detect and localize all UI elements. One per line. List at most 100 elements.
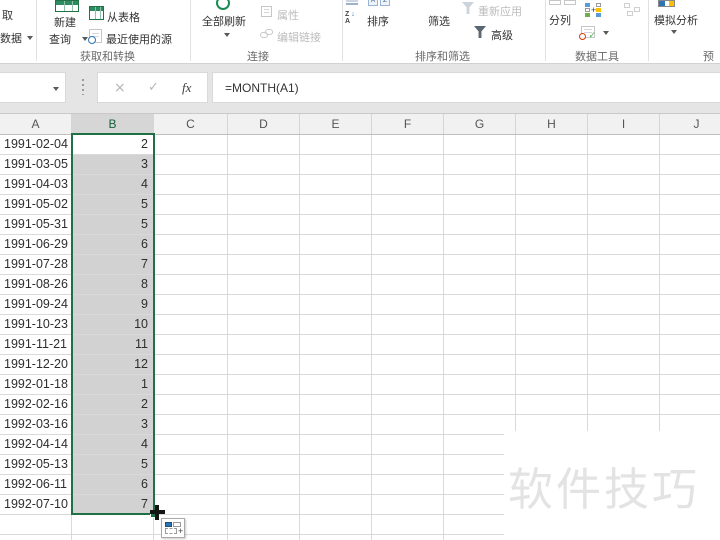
cell-F13[interactable]: [372, 375, 444, 395]
name-box[interactable]: [0, 72, 66, 103]
cell-H8[interactable]: [516, 275, 588, 295]
cell-D18[interactable]: [228, 475, 300, 495]
cell-J4[interactable]: [660, 195, 720, 215]
column-header-A[interactable]: A: [0, 114, 72, 134]
formula-bar-resize-handle[interactable]: [82, 79, 84, 95]
cell-I5[interactable]: [588, 215, 660, 235]
cell-F21[interactable]: [372, 535, 444, 540]
sort-button[interactable]: 排序: [367, 13, 389, 29]
new-query-button-line2[interactable]: 查询: [49, 31, 71, 47]
cell-F17[interactable]: [372, 455, 444, 475]
cell-B8[interactable]: 8: [72, 275, 154, 295]
cell-J10[interactable]: [660, 315, 720, 335]
cell-A19[interactable]: 1992-07-10: [0, 495, 72, 515]
cell-I6[interactable]: [588, 235, 660, 255]
cell-D10[interactable]: [228, 315, 300, 335]
cell-D12[interactable]: [228, 355, 300, 375]
cell-C18[interactable]: [154, 475, 228, 495]
cell-J6[interactable]: [660, 235, 720, 255]
cell-G1[interactable]: [444, 135, 516, 155]
cell-B10[interactable]: 10: [72, 315, 154, 335]
cell-F12[interactable]: [372, 355, 444, 375]
cell-F20[interactable]: [372, 515, 444, 535]
cell-E1[interactable]: [300, 135, 372, 155]
cell-I10[interactable]: [588, 315, 660, 335]
cell-H7[interactable]: [516, 255, 588, 275]
filter-button[interactable]: 筛选: [428, 13, 450, 29]
cell-D11[interactable]: [228, 335, 300, 355]
cell-D19[interactable]: [228, 495, 300, 515]
cell-E4[interactable]: [300, 195, 372, 215]
cell-H10[interactable]: [516, 315, 588, 335]
cell-I12[interactable]: [588, 355, 660, 375]
cell-A8[interactable]: 1991-08-26: [0, 275, 72, 295]
get-external-data-button[interactable]: 取: [2, 7, 13, 23]
cell-D17[interactable]: [228, 455, 300, 475]
column-header-H[interactable]: H: [516, 114, 588, 134]
cell-E13[interactable]: [300, 375, 372, 395]
cell-J7[interactable]: [660, 255, 720, 275]
cell-A18[interactable]: 1992-06-11: [0, 475, 72, 495]
cell-F8[interactable]: [372, 275, 444, 295]
cell-I11[interactable]: [588, 335, 660, 355]
cell-F18[interactable]: [372, 475, 444, 495]
cell-A15[interactable]: 1992-03-16: [0, 415, 72, 435]
cell-B12[interactable]: 12: [72, 355, 154, 375]
cell-F14[interactable]: [372, 395, 444, 415]
cell-D5[interactable]: [228, 215, 300, 235]
cell-F19[interactable]: [372, 495, 444, 515]
cell-D3[interactable]: [228, 175, 300, 195]
cell-J8[interactable]: [660, 275, 720, 295]
cell-E2[interactable]: [300, 155, 372, 175]
cell-C3[interactable]: [154, 175, 228, 195]
cell-A6[interactable]: 1991-06-29: [0, 235, 72, 255]
column-header-D[interactable]: D: [228, 114, 300, 134]
sort-descending-icon[interactable]: Z ↓ A: [345, 11, 363, 29]
cell-J2[interactable]: [660, 155, 720, 175]
text-to-columns-button[interactable]: 分列: [549, 12, 571, 28]
column-header-F[interactable]: F: [372, 114, 444, 134]
cell-B19[interactable]: 7: [72, 495, 154, 515]
recent-sources-button[interactable]: 最近使用的源: [106, 31, 172, 47]
formula-input[interactable]: =MONTH(A1): [212, 72, 720, 103]
cell-F10[interactable]: [372, 315, 444, 335]
cell-E18[interactable]: [300, 475, 372, 495]
cell-E9[interactable]: [300, 295, 372, 315]
from-table-button[interactable]: 从表格: [107, 9, 140, 25]
cell-H6[interactable]: [516, 235, 588, 255]
cell-E6[interactable]: [300, 235, 372, 255]
cell-A20[interactable]: [0, 515, 72, 535]
cell-B5[interactable]: 5: [72, 215, 154, 235]
cell-D2[interactable]: [228, 155, 300, 175]
cell-B1[interactable]: 2: [72, 135, 154, 155]
cell-J1[interactable]: [660, 135, 720, 155]
enter-icon[interactable]: ✓: [148, 80, 159, 95]
cell-C15[interactable]: [154, 415, 228, 435]
cell-C13[interactable]: [154, 375, 228, 395]
cell-H9[interactable]: [516, 295, 588, 315]
cell-E5[interactable]: [300, 215, 372, 235]
cell-E14[interactable]: [300, 395, 372, 415]
column-header-C[interactable]: C: [154, 114, 228, 134]
cell-C9[interactable]: [154, 295, 228, 315]
cell-C17[interactable]: [154, 455, 228, 475]
cell-B3[interactable]: 4: [72, 175, 154, 195]
column-header-J[interactable]: J: [660, 114, 720, 134]
cell-C16[interactable]: [154, 435, 228, 455]
cell-E11[interactable]: [300, 335, 372, 355]
cell-B20[interactable]: [72, 515, 154, 535]
cell-G3[interactable]: [444, 175, 516, 195]
cell-G11[interactable]: [444, 335, 516, 355]
cell-A4[interactable]: 1991-05-02: [0, 195, 72, 215]
cell-C8[interactable]: [154, 275, 228, 295]
advanced-filter-button[interactable]: 高级: [491, 27, 513, 43]
cell-F9[interactable]: [372, 295, 444, 315]
cell-I3[interactable]: [588, 175, 660, 195]
cell-F4[interactable]: [372, 195, 444, 215]
cell-F6[interactable]: [372, 235, 444, 255]
cell-A5[interactable]: 1991-05-31: [0, 215, 72, 235]
cell-B4[interactable]: 5: [72, 195, 154, 215]
cell-G10[interactable]: [444, 315, 516, 335]
cell-B9[interactable]: 9: [72, 295, 154, 315]
cell-B17[interactable]: 5: [72, 455, 154, 475]
